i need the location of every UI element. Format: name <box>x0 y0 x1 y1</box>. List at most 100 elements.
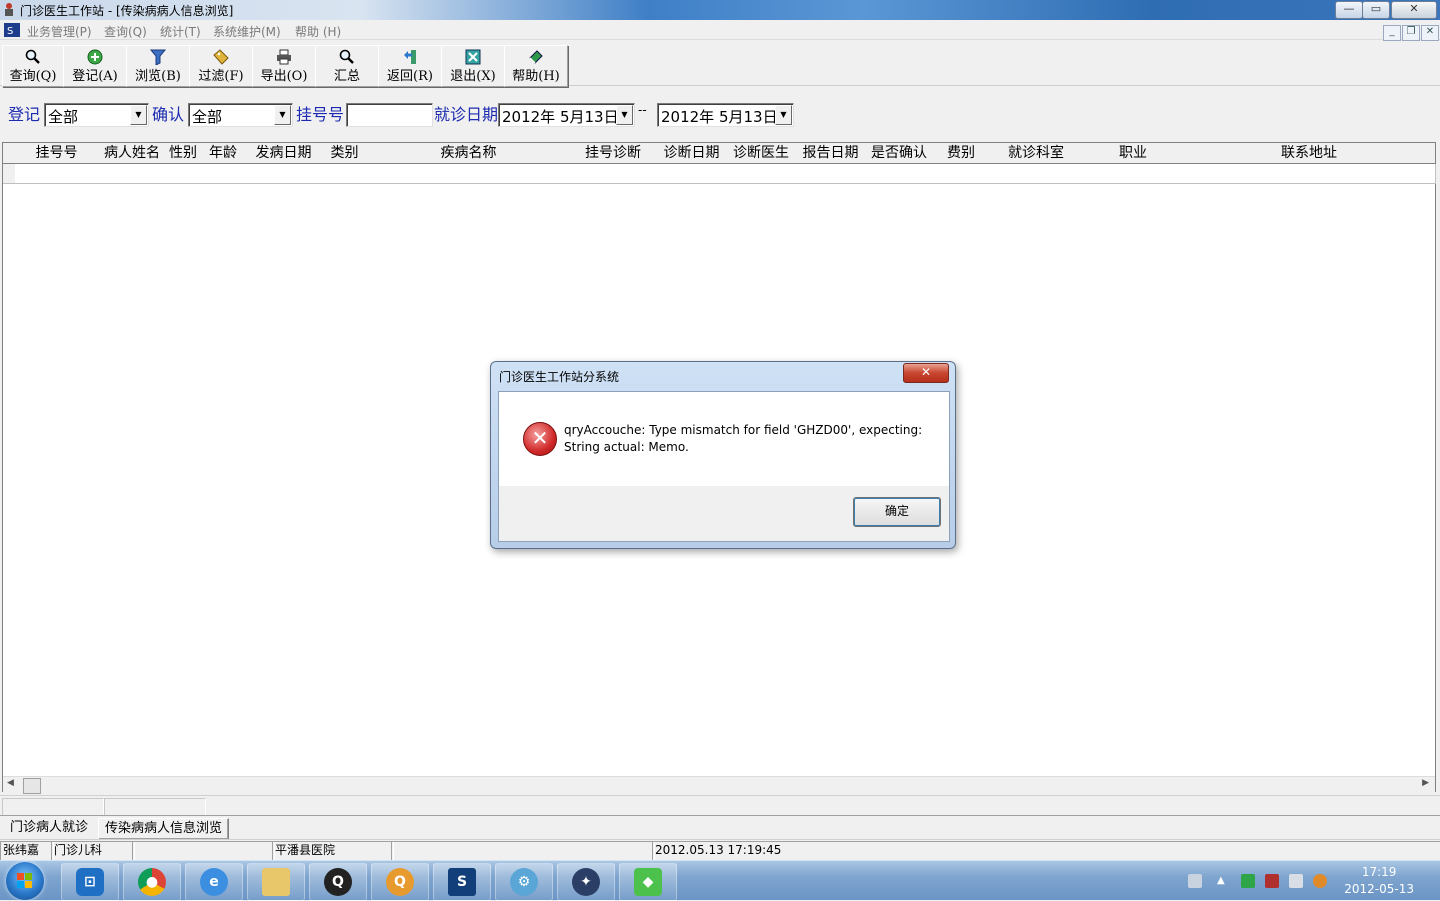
taskbar-app-explorer[interactable]: ⊡ <box>61 863 119 901</box>
table-cell[interactable] <box>1083 164 1184 184</box>
chevron-down-icon[interactable]: ▼ <box>616 105 633 125</box>
col-header[interactable]: 性别 <box>166 143 201 164</box>
col-header[interactable]: 挂号诊断 <box>569 143 658 164</box>
error-message: qryAccouche: Type mismatch for field 'GH… <box>564 423 923 454</box>
start-button[interactable] <box>6 862 44 900</box>
chevron-down-icon[interactable]: ▼ <box>130 105 147 125</box>
taskbar-app-chrome[interactable]: ● <box>123 863 181 901</box>
svg-text:S: S <box>7 26 13 37</box>
chrome-icon: ● <box>138 868 166 896</box>
col-header[interactable]: 年龄 <box>200 143 247 164</box>
horizontal-scrollbar[interactable]: ◀ ▶ <box>3 776 1435 794</box>
taskbar-app-green[interactable]: ◆ <box>619 863 677 901</box>
table-cell[interactable] <box>321 164 369 184</box>
chevron-down-icon[interactable]: ▼ <box>274 105 291 125</box>
table-cell[interactable] <box>98 164 167 184</box>
export-button[interactable]: 导出(O) <box>252 45 316 87</box>
tab-infectious-browse[interactable]: 传染病病人信息浏览 <box>98 818 230 840</box>
tab-outpatient-visit[interactable]: 门诊病人就诊 <box>4 818 94 838</box>
security-tray-icon[interactable] <box>1241 874 1255 888</box>
mdi-close-button[interactable]: ✕ <box>1421 25 1439 41</box>
table-cell[interactable] <box>246 164 322 184</box>
taskbar-app-sql[interactable]: S <box>433 863 491 901</box>
table-cell[interactable] <box>166 164 201 184</box>
taskbar-app-folder[interactable] <box>247 863 305 901</box>
chevron-down-icon[interactable]: ▼ <box>775 105 792 125</box>
menu-business[interactable]: 业务管理(P) <box>27 23 92 40</box>
col-header[interactable]: 就诊科室 <box>989 143 1084 164</box>
table-cell[interactable] <box>368 164 570 184</box>
maximize-button[interactable]: ▭ <box>1362 1 1390 19</box>
taskbar-app-qq-game[interactable]: Q <box>371 863 429 901</box>
taskbar-app-network[interactable]: ⚙ <box>495 863 553 901</box>
help-button[interactable]: 帮助(H) <box>504 45 568 87</box>
filter-button[interactable]: 过滤(F) <box>189 45 253 87</box>
confirm-select[interactable]: 全部 ▼ <box>188 103 293 127</box>
funnel-icon <box>150 49 166 65</box>
col-header[interactable]: 费别 <box>933 143 990 164</box>
close-button[interactable]: ✕ <box>1391 1 1437 19</box>
browse-button[interactable]: 浏览(B) <box>126 45 190 87</box>
date-from-picker[interactable]: 2012年 5月13日 ▼ <box>498 103 635 127</box>
keyboard-icon[interactable] <box>1188 874 1202 888</box>
scroll-right-icon[interactable]: ▶ <box>1422 778 1429 788</box>
tray-expand-icon[interactable]: ▲ <box>1217 874 1231 888</box>
table-cell[interactable] <box>569 164 658 184</box>
qq-game-icon: Q <box>386 868 414 896</box>
sql-tool-icon: S <box>448 868 476 896</box>
col-header[interactable]: 发病日期 <box>246 143 322 164</box>
exit-button[interactable]: 退出(X) <box>441 45 505 87</box>
col-header[interactable]: 病人姓名 <box>98 143 167 164</box>
window-title-bar[interactable]: 门诊医生工作站 - [传染病病人信息浏览] — ▭ ✕ <box>0 0 1440 20</box>
taskbar-app-ie[interactable]: e <box>185 863 243 901</box>
col-header[interactable]: 诊断日期 <box>657 143 727 164</box>
volume-icon[interactable] <box>1289 874 1303 888</box>
col-header[interactable]: 诊断医生 <box>726 143 797 164</box>
network-tray-icon[interactable] <box>1265 874 1279 888</box>
taskbar-app-compass[interactable]: ✦ <box>557 863 615 901</box>
regno-input[interactable] <box>346 103 433 127</box>
mdi-app-icon: S <box>4 23 20 37</box>
scroll-thumb[interactable] <box>23 778 41 794</box>
table-cell[interactable] <box>933 164 990 184</box>
table-cell[interactable] <box>1183 164 1436 184</box>
panel-row <box>0 795 1440 816</box>
register-select[interactable]: 全部 ▼ <box>44 103 149 127</box>
menu-system[interactable]: 系统维护(M) <box>213 23 281 40</box>
table-cell[interactable] <box>200 164 247 184</box>
col-header[interactable]: 类别 <box>321 143 369 164</box>
menu-help[interactable]: 帮助 (H) <box>295 23 341 40</box>
clock[interactable]: 17:19 2012-05-13 <box>1344 864 1414 898</box>
query-button[interactable]: 查询(Q) <box>2 45 64 87</box>
confirm-label: 确认 <box>152 105 185 124</box>
col-header[interactable]: 联系地址 <box>1183 143 1436 164</box>
ok-button[interactable]: 确定 <box>853 497 941 527</box>
mdi-minimize-button[interactable]: _ <box>1383 25 1401 41</box>
taskbar-app-qq[interactable]: Q <box>309 863 367 901</box>
return-button[interactable]: 返回(R) <box>378 45 442 87</box>
minimize-button[interactable]: — <box>1335 1 1363 19</box>
panel-divider <box>2 798 104 816</box>
mdi-restore-button[interactable]: ❐ <box>1402 25 1420 41</box>
table-cell[interactable] <box>796 164 866 184</box>
col-header[interactable]: 疾病名称 <box>368 143 570 164</box>
register-button[interactable]: 登记(A) <box>63 45 127 87</box>
summary-button[interactable]: 汇总 <box>315 45 379 87</box>
col-header[interactable]: 挂号号 <box>15 143 99 164</box>
table-cell[interactable] <box>15 164 99 184</box>
error-dialog[interactable]: 门诊医生工作站分系统 ✕ ✕ qryAccouche: Type mismatc… <box>490 361 956 549</box>
col-header[interactable]: 是否确认 <box>865 143 934 164</box>
menu-query[interactable]: 查询(Q) <box>104 23 147 40</box>
menu-stats[interactable]: 统计(T) <box>160 23 201 40</box>
qq-tray-icon[interactable] <box>1313 874 1327 888</box>
col-header[interactable]: 职业 <box>1083 143 1184 164</box>
panel-divider <box>104 798 206 816</box>
table-cell[interactable] <box>865 164 934 184</box>
table-cell[interactable] <box>989 164 1084 184</box>
table-cell[interactable] <box>726 164 797 184</box>
table-cell[interactable] <box>657 164 727 184</box>
dialog-close-button[interactable]: ✕ <box>903 363 949 383</box>
date-to-picker[interactable]: 2012年 5月13日 ▼ <box>657 103 794 127</box>
scroll-left-icon[interactable]: ◀ <box>7 778 14 788</box>
col-header[interactable]: 报告日期 <box>796 143 866 164</box>
